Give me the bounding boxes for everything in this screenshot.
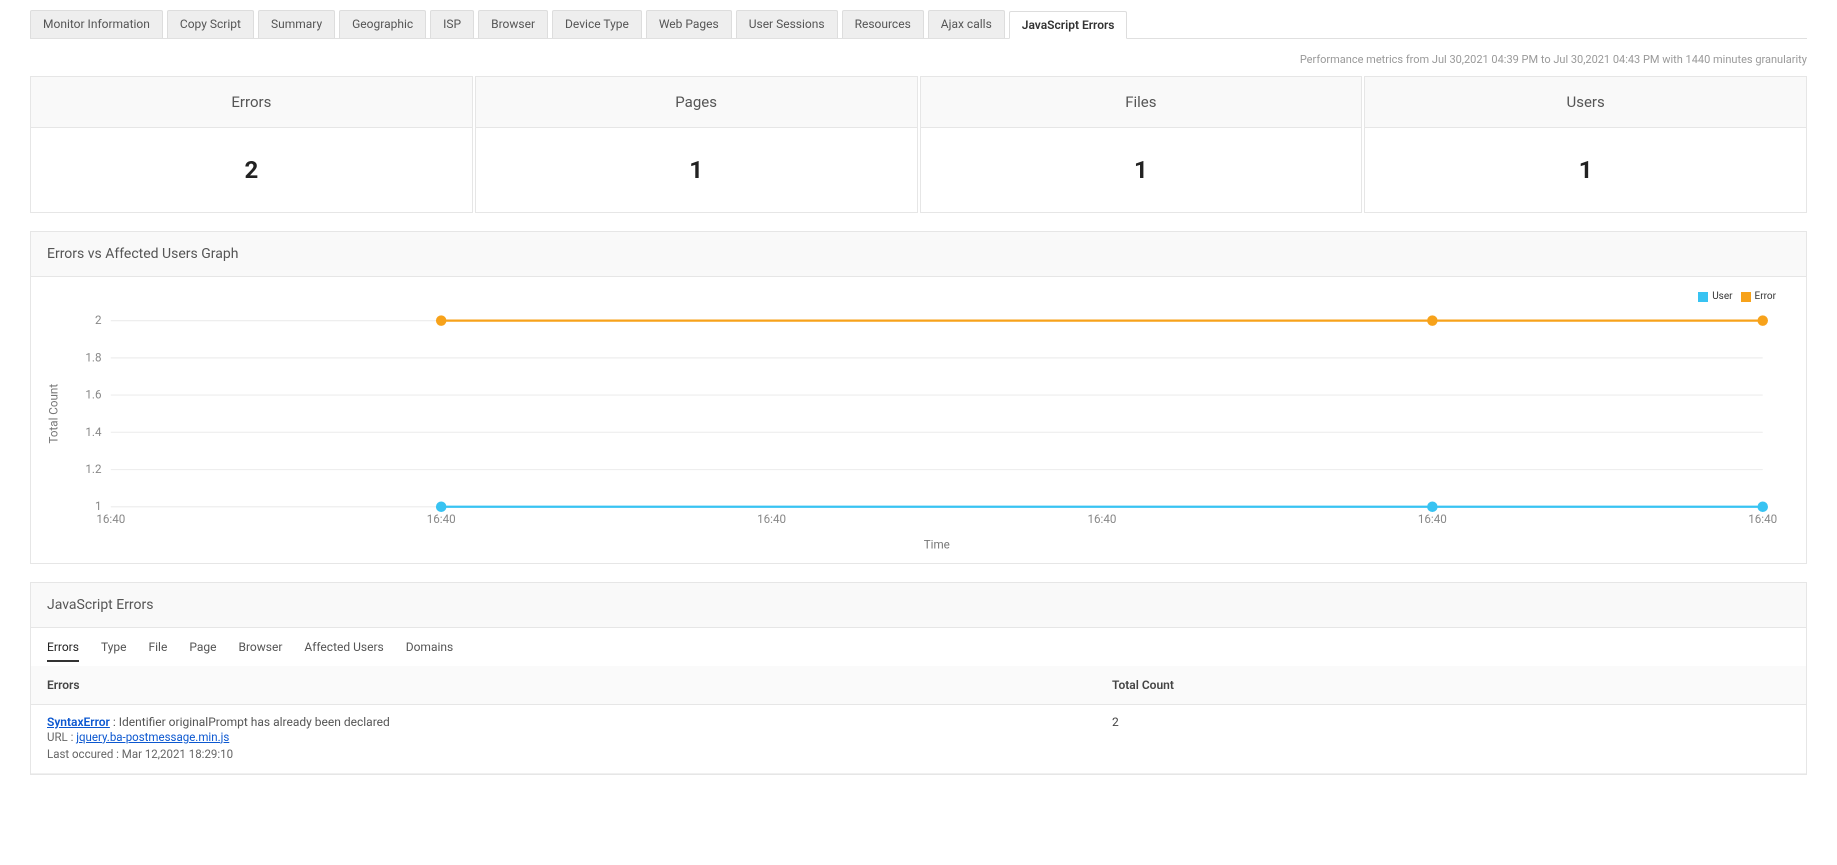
svg-text:1.8: 1.8 [85,350,101,364]
error-type-link[interactable]: SyntaxError [47,715,110,729]
kpi-value: 1 [476,128,917,212]
subtab-browser[interactable]: Browser [238,640,282,662]
subtab-page[interactable]: Page [189,640,216,662]
svg-text:1.6: 1.6 [85,387,101,401]
url-label: URL : [47,730,76,744]
svg-text:2: 2 [95,313,102,327]
js-errors-panel-title: JavaScript Errors [31,583,1806,628]
tab-summary[interactable]: Summary [258,10,335,38]
subtab-errors[interactable]: Errors [47,640,79,662]
svg-text:16:40: 16:40 [1087,512,1116,526]
kpi-card-users: Users1 [1364,76,1807,213]
legend-label: Error [1755,291,1776,302]
legend-swatch-icon [1741,292,1751,302]
tab-geographic[interactable]: Geographic [339,10,426,38]
error-message: : Identifier originalPrompt has already … [110,715,390,729]
chart-panel: Errors vs Affected Users Graph User Error… [30,231,1807,564]
svg-text:1.4: 1.4 [85,424,102,438]
subtab-domains[interactable]: Domains [406,640,454,662]
tab-copy-script[interactable]: Copy Script [167,10,254,38]
error-cell: SyntaxError : Identifier originalPrompt … [31,704,1096,774]
total-count-cell: 2 [1096,704,1806,774]
kpi-label: Files [921,77,1362,128]
performance-metrics-text: Performance metrics from Jul 30,2021 04:… [30,53,1807,66]
js-errors-subtabs: Errors Type File Page Browser Affected Users D… [31,628,1806,666]
kpi-value: 1 [921,128,1362,212]
kpi-label: Pages [476,77,917,128]
kpi-card-errors: Errors2 [30,76,473,213]
svg-text:16:40: 16:40 [96,512,125,526]
tab-browser[interactable]: Browser [478,10,548,38]
kpi-value: 2 [31,128,472,212]
js-errors-table: Errors Total Count SyntaxError : Identif… [31,666,1806,775]
chart-legend: User Error [41,287,1786,309]
svg-text:Time: Time [924,537,950,551]
col-errors[interactable]: Errors [31,666,1096,705]
subtab-affected-users[interactable]: Affected Users [304,640,383,662]
kpi-value: 1 [1365,128,1806,212]
svg-text:1.2: 1.2 [85,462,102,476]
svg-text:16:40: 16:40 [1418,512,1447,526]
subtab-type[interactable]: Type [101,640,127,662]
last-occurred: Last occured : Mar 12,2021 18:29:10 [47,746,1080,763]
top-tabs: Monitor InformationCopy ScriptSummaryGeo… [30,10,1807,39]
tab-device-type[interactable]: Device Type [552,10,642,38]
legend-label: User [1712,291,1732,302]
tab-web-pages[interactable]: Web Pages [646,10,732,38]
col-total-count[interactable]: Total Count [1096,666,1806,705]
chart-body: UserError 11.21.41.61.8216:4016:4016:401… [31,277,1806,563]
subtab-file[interactable]: File [148,640,167,662]
chart-svg: 11.21.41.61.8216:4016:4016:4016:4016:401… [41,309,1786,553]
kpi-card-files: Files1 [920,76,1363,213]
kpi-label: Users [1365,77,1806,128]
table-row: SyntaxError : Identifier originalPrompt … [31,704,1806,774]
tab-user-sessions[interactable]: User Sessions [736,10,838,38]
kpi-label: Errors [31,77,472,128]
svg-text:16:40: 16:40 [1748,512,1777,526]
tab-javascript-errors[interactable]: JavaScript Errors [1009,11,1128,39]
svg-text:16:40: 16:40 [757,512,786,526]
tab-resources[interactable]: Resources [842,10,924,38]
svg-text:16:40: 16:40 [427,512,456,526]
kpi-card-pages: Pages1 [475,76,918,213]
tab-isp[interactable]: ISP [430,10,474,38]
svg-text:Total Count: Total Count [46,383,60,443]
js-errors-panel: JavaScript Errors Errors Type File Page Brow… [30,582,1807,776]
tab-ajax-calls[interactable]: Ajax calls [928,10,1005,38]
error-url-link[interactable]: jquery.ba-postmessage.min.js [76,730,229,744]
legend-item-user[interactable]: User [1698,291,1732,302]
tab-monitor-information[interactable]: Monitor Information [30,10,163,38]
kpi-row: Errors2Pages1Files1Users1 [30,76,1807,213]
legend-item-error[interactable]: Error [1741,291,1776,302]
legend-swatch-icon [1698,292,1708,302]
chart-panel-title: Errors vs Affected Users Graph [31,232,1806,277]
